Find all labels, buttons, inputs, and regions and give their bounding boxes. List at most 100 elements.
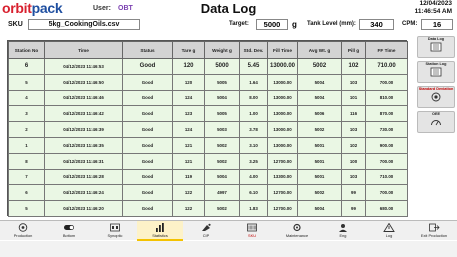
nav-statistics-label: Statistics [152,233,168,238]
nav-eng[interactable]: Eng [320,221,366,241]
station-log-icon [430,67,442,77]
col-header-status[interactable]: Status [122,41,173,59]
table-row[interactable]: 2 04/12/2023 11:46:39 Good 124 5003 3.78… [8,121,408,138]
data-log-label: Data Log [427,37,445,41]
col-header-station[interactable]: Station No [8,41,45,59]
table-row[interactable]: 5 04/12/2023 11:46:20 Good 122 5002 1.83… [8,200,408,217]
table-row[interactable]: 1 04/12/2023 11:46:35 Good 121 5002 3.10… [8,136,408,154]
cell-tare: 121 [172,136,205,154]
nav-exit-production[interactable]: Exit Production [411,221,457,241]
cell-status: Good [122,200,173,217]
nav-synoptic-label: Synoptic [107,233,123,238]
cell-station: 6 [8,58,45,75]
col-header-time[interactable]: Time [44,41,123,59]
exit-icon [429,223,440,232]
col-header-fill-time[interactable]: Fill Time [267,41,298,59]
cell-status: Good [122,184,173,202]
cell-status: Good [122,136,173,154]
cell-std-dev: 1.64 [239,73,268,91]
logo-pack-text: pack [31,0,63,16]
cell-pill: 116 [341,105,366,123]
cell-time: 04/12/2023 11:46:50 [44,73,123,91]
cell-tare: 120 [172,73,205,91]
warning-icon [383,223,395,232]
sku-field[interactable]: 5kg_CookingOils.csv [28,19,140,30]
cell-pill: 103 [341,121,366,138]
cell-tare: 123 [172,105,205,123]
cell-status: Good [122,89,173,107]
nav-maintenance[interactable]: Maintenance [274,221,320,241]
cell-fill-time: 13000.00 [267,136,298,154]
cell-tare: 122 [172,200,205,217]
cell-station: 3 [8,105,45,123]
nav-statistics[interactable]: Statistics [137,221,183,241]
logo-orbit-text: orbit [2,0,32,16]
cell-std-dev: 1.00 [239,105,268,123]
table-row[interactable]: 3 04/12/2023 11:46:42 Good 123 5005 1.00… [8,105,408,123]
oee-button[interactable]: OEE [417,111,455,133]
col-header-pill[interactable]: Pill g [341,41,366,59]
standard-deviation-button[interactable]: Standard Deviation [417,86,455,108]
cell-tare: 119 [172,168,205,186]
nav-cip[interactable]: CIP [183,221,229,241]
cell-station: 5 [8,73,45,91]
top-bar: orbitpack User: OBT Data Log 12/04/2023 … [0,0,457,18]
cell-avg-wt: 5002 [297,184,342,202]
cell-status: Good [122,105,173,123]
cell-fill-time: 13300.00 [267,168,298,186]
cell-std-dev: 5.45 [239,58,268,75]
cell-fill-time: 13000.00 [267,73,298,91]
col-header-tare[interactable]: Tare g [172,41,205,59]
cell-weight: 5005 [204,73,240,91]
cell-ff-time: 870.00 [365,105,408,123]
nav-synoptic[interactable]: Synoptic [92,221,138,241]
cell-std-dev: 3.78 [239,121,268,138]
cell-pill: 103 [341,73,366,91]
cell-time: 04/12/2023 11:46:42 [44,105,123,123]
table-row[interactable]: 7 04/12/2023 11:46:28 Good 119 5004 4.00… [8,168,408,186]
data-log-table[interactable]: Station No Time Status Tare g Weight g S… [7,40,408,217]
nav-log[interactable]: Log [366,221,412,241]
cell-fill-time: 13000.00 [267,105,298,123]
cell-station: 5 [8,200,45,217]
table-row[interactable]: 6 04/12/2023 11:46:24 Good 122 4997 6.10… [8,184,408,202]
table-row[interactable]: 8 04/12/2023 11:46:31 Good 121 5002 3.25… [8,152,408,170]
table-row[interactable]: 5 04/12/2023 11:46:50 Good 120 5005 1.64… [8,73,408,91]
cell-std-dev: 1.83 [239,200,268,217]
cell-weight: 5005 [204,105,240,123]
cpm-field: 16 [421,19,453,30]
cell-avg-wt: 5006 [297,105,342,123]
sku-icon [247,223,257,232]
time-text: 11:46:54 AM [414,8,452,15]
nav-sku-label: SKU [248,233,256,238]
cell-tare: 121 [172,152,205,170]
cell-ff-time: 700.00 [365,152,408,170]
col-header-avg-wt[interactable]: Avg Wt. g [297,41,342,59]
cell-pill: 99 [341,184,366,202]
target-unit: g [292,20,297,29]
data-log-button[interactable]: Data Log [417,36,455,58]
cell-station: 1 [8,136,45,154]
nav-exit-production-label: Exit Production [420,233,448,238]
cell-station: 2 [8,121,45,138]
cell-avg-wt: 5004 [297,200,342,217]
engineer-icon [339,224,347,232]
side-panel: Data Log Station Log Standard Deviation … [417,33,457,216]
col-header-ff-time[interactable]: FF Time [365,41,408,59]
table-row[interactable]: 4 04/12/2023 11:46:46 Good 124 5004 8.00… [8,89,408,107]
col-header-std-dev[interactable]: Std. Dev. [239,41,268,59]
cell-time: 04/12/2023 11:46:20 [44,200,123,217]
col-header-weight[interactable]: Weight g [204,41,240,59]
cell-tare: 122 [172,184,205,202]
nav-sku[interactable]: SKU [229,221,275,241]
cell-fill-time: 12700.00 [267,184,298,202]
page-title: Data Log [200,1,257,16]
target-field[interactable]: 5000 [256,19,288,30]
nav-production[interactable]: Production [0,221,46,241]
table-row[interactable]: 6 04/12/2023 11:46:53 Good 120 5000 5.45… [8,58,408,75]
station-log-button[interactable]: Station Log [417,61,455,83]
cell-std-dev: 3.10 [239,136,268,154]
cell-avg-wt: 5001 [297,152,342,170]
nav-bottom[interactable]: Bottom [46,221,92,241]
cell-weight: 5000 [204,58,240,75]
